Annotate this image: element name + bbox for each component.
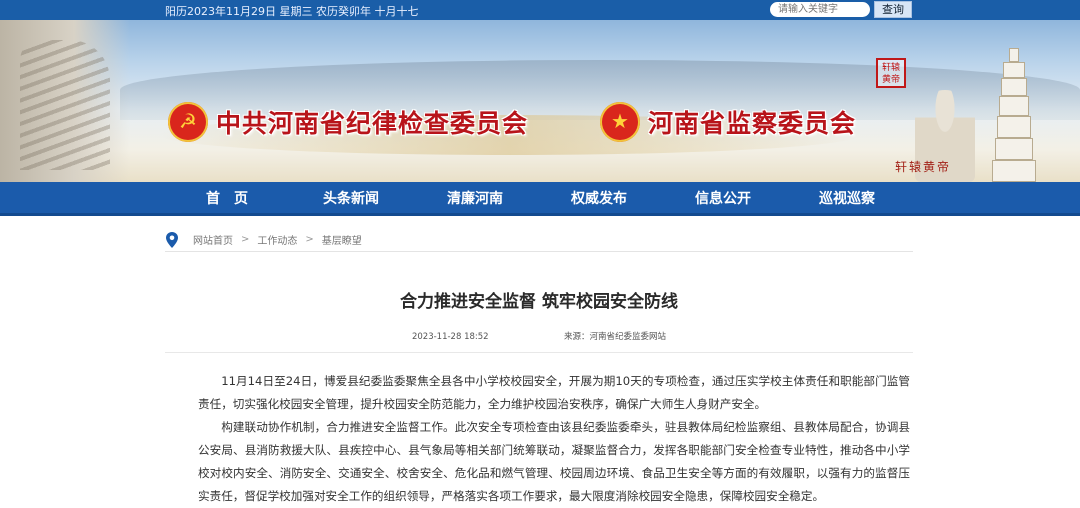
nav-inspection[interactable]: 巡视巡察 xyxy=(785,182,909,213)
nav-authoritative-release[interactable]: 权威发布 xyxy=(537,182,661,213)
lunar-date-text: 阳历2023年11月29日 星期三 农历癸卯年 十月十七 xyxy=(165,5,419,18)
mountain-image xyxy=(0,20,130,182)
nav-clean-henan[interactable]: 清廉河南 xyxy=(413,182,537,213)
header-banner: ☭ 中共河南省纪律检查委员会 ★ 河南省监察委员会 轩辕 黄帝 轩辕黄帝 xyxy=(0,20,1080,182)
breadcrumb-separator: > xyxy=(305,234,314,245)
breadcrumb-grassroots-link[interactable]: 基层瞭望 xyxy=(322,232,362,247)
article-body: 11月14日至24日，博爱县纪委监委聚焦全县各中小学校校园安全，开展为期10天的… xyxy=(198,370,910,508)
nav-info-disclosure[interactable]: 信息公开 xyxy=(661,182,785,213)
party-commission-title-text: 中共河南省纪律检查委员会 xyxy=(216,109,529,138)
seal-stamp-icon: 轩辕 黄帝 xyxy=(876,58,906,88)
article-date: 2023-11-28 18:52 xyxy=(411,332,489,342)
calligraphy-text: 轩辕黄帝 xyxy=(895,160,952,174)
search-button[interactable]: 查询 xyxy=(874,1,912,18)
article-source: 河南省纪委监委网站 xyxy=(589,332,667,342)
supervisory-commission-title[interactable]: ★ 河南省监察委员会 xyxy=(600,102,856,142)
top-bar: 阳历2023年11月29日 星期三 农历癸卯年 十月十七 查询 xyxy=(0,0,1080,20)
national-emblem-icon: ★ xyxy=(600,102,640,142)
supervisory-commission-title-text: 河南省监察委员会 xyxy=(648,109,857,138)
party-emblem-icon: ☭ xyxy=(168,102,208,142)
article-source-label: 来源： xyxy=(563,332,590,342)
nav-headline-news[interactable]: 头条新闻 xyxy=(289,182,413,213)
article-title: 合力推进安全监督 筑牢校园安全防线 xyxy=(400,292,678,312)
search-input[interactable] xyxy=(770,2,870,17)
location-pin-icon xyxy=(165,231,179,249)
breadcrumb-separator: > xyxy=(241,234,250,245)
breadcrumb-work-news-link[interactable]: 工作动态 xyxy=(257,232,297,247)
twin-tower-image xyxy=(990,48,1038,182)
nav-home[interactable]: 首 页 xyxy=(165,182,289,213)
article-paragraph: 11月14日至24日，博爱县纪委监委聚焦全县各中小学校校园安全，开展为期10天的… xyxy=(198,374,910,411)
party-commission-title[interactable]: ☭ 中共河南省纪律检查委员会 xyxy=(168,102,528,142)
article-paragraph: 构建联动协作机制，合力推进安全监督工作。此次安全专项检查由该县纪委监委牵头，驻县… xyxy=(198,420,910,503)
breadcrumb: 网站首页 > 工作动态 > 基层瞭望 xyxy=(165,228,913,252)
article-meta: 2023-11-28 18:52 来源：河南省纪委监委网站 xyxy=(165,330,913,342)
main-nav: 首 页 头条新闻 清廉河南 权威发布 信息公开 巡视巡察 xyxy=(0,182,1080,216)
breadcrumb-home-link[interactable]: 网站首页 xyxy=(193,232,233,247)
divider xyxy=(165,352,913,353)
